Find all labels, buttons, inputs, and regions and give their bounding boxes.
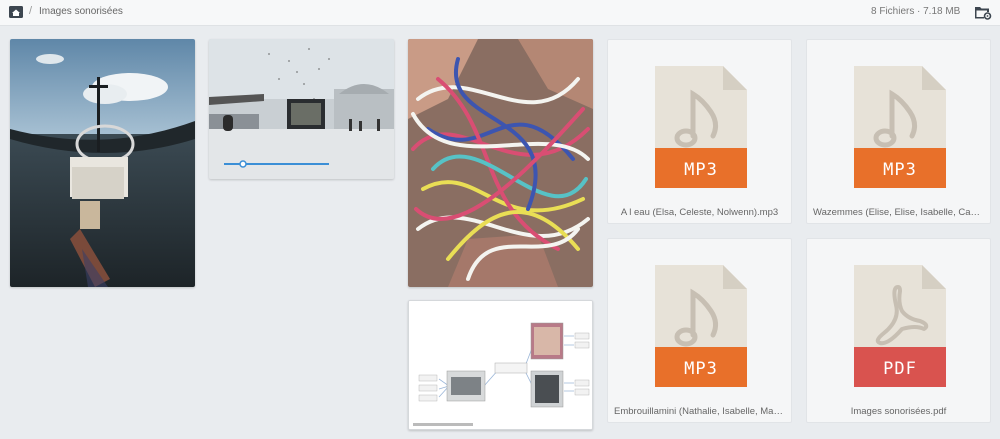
mp3-badge-label: MP3 <box>684 359 718 379</box>
home-icon[interactable] <box>9 5 23 19</box>
file-tile-boat-photo[interactable] <box>10 39 195 287</box>
file-tile-mp3-wazemmes[interactable]: MP3 Wazemmes (Elise, Elise, Isabelle, Ca… <box>806 39 991 224</box>
total-size: · 7.18 MB <box>917 6 961 17</box>
mp3-badge-label: MP3 <box>684 160 718 180</box>
file-tile-pdf[interactable]: PDF Images sonorisées.pdf <box>806 238 991 423</box>
folder-settings-icon[interactable] <box>974 4 992 20</box>
yarn-photo-image <box>408 39 593 287</box>
file-name: Wazemmes (Elise, Elise, Isabelle, Cameli… <box>813 207 984 218</box>
file-name: A l eau (Elsa, Celeste, Nolwenn).mp3 <box>620 207 779 218</box>
file-tile-mp3-a-l-eau[interactable]: MP3 A l eau (Elsa, Celeste, Nolwenn).mp3 <box>607 39 792 224</box>
boat-photo-image <box>10 39 195 287</box>
file-name: Embrouillamini (Nathalie, Isabelle, Mari… <box>614 406 785 417</box>
street-photo-image <box>209 39 394 179</box>
mp3-badge-label: MP3 <box>883 160 917 180</box>
file-count: 8 Fichiers <box>871 6 915 17</box>
file-tile-mp3-embrouillamini[interactable]: MP3 Embrouillamini (Nathalie, Isabelle, … <box>607 238 792 423</box>
file-name: Images sonorisées.pdf <box>850 406 947 417</box>
file-tile-yarn-photo[interactable] <box>408 39 593 287</box>
pdf-file-icon: PDF <box>854 265 946 387</box>
audio-file-icon: MP3 <box>655 265 747 387</box>
audio-file-icon: MP3 <box>854 66 946 188</box>
file-tile-street-photo[interactable] <box>209 39 394 179</box>
top-bar: / Images sonorisées 8 Fichiers · 7.18 MB <box>0 0 1000 26</box>
pdf-badge-label: PDF <box>883 359 917 379</box>
breadcrumb-separator: / <box>29 5 33 17</box>
breadcrumb-folder[interactable]: Images sonorisées <box>39 6 123 17</box>
mindmap-photo-image <box>409 301 592 429</box>
file-tile-mindmap-photo[interactable] <box>408 300 593 430</box>
audio-file-icon: MP3 <box>655 66 747 188</box>
